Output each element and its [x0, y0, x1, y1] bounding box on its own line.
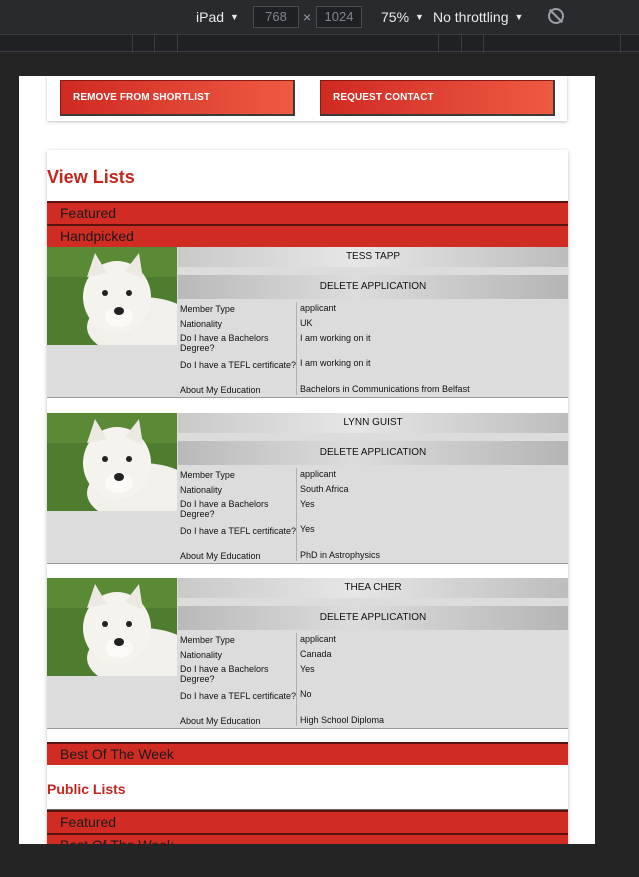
member-type-value: applicant [300, 634, 337, 644]
view-lists-title: View Lists [47, 167, 135, 187]
applicant-card: LYNN GUIST DELETE APPLICATION Member Typ… [47, 413, 568, 564]
ruler-tick [177, 35, 178, 53]
public-list-best-of-the-week[interactable]: Best Of The Week [47, 833, 568, 844]
remove-from-shortlist-button[interactable]: REMOVE FROM SHORTLIST [60, 80, 295, 116]
ruler-tick [620, 35, 621, 53]
tefl-value: No [300, 689, 312, 699]
request-contact-button[interactable]: REQUEST CONTACT [320, 80, 555, 116]
education-value: High School Diploma [300, 715, 385, 725]
dog-photo-icon [47, 578, 177, 676]
applicant-name: TESS TAPP [178, 247, 568, 267]
width-input[interactable]: 768 [253, 6, 299, 28]
applicant-name: LYNN GUIST [178, 413, 568, 433]
device-toolbar: iPad ▼ 768 × 1024 75% ▼ No throttling ▼ [0, 0, 639, 34]
applicant-photo [47, 247, 177, 345]
member-type-label: Member Type [180, 635, 235, 645]
media-query-ruler [0, 34, 639, 53]
device-name: iPad [196, 9, 225, 25]
bachelors-value: I am working on it [300, 333, 371, 343]
bachelors-label: Do I have a Bachelors Degree? [180, 499, 269, 519]
education-label: About My Education [180, 385, 261, 395]
applicant-photo [47, 578, 177, 676]
member-type-value: applicant [300, 303, 337, 313]
times-icon: × [303, 9, 312, 25]
public-list-featured[interactable]: Featured [47, 810, 568, 833]
member-type-label: Member Type [180, 304, 235, 314]
chevron-down-icon: ▼ [415, 12, 424, 22]
page-viewport: REMOVE FROM SHORTLIST REQUEST CONTACT Vi… [19, 76, 595, 844]
lists-panel: View Lists Featured Handpicked TESS TAPP… [47, 150, 568, 844]
applicant-card: TESS TAPP DELETE APPLICATION Member Type… [47, 247, 568, 398]
tefl-value: Yes [300, 524, 315, 534]
shortlist-actions: REMOVE FROM SHORTLIST REQUEST CONTACT [47, 76, 567, 121]
device-select[interactable]: iPad ▼ [196, 9, 239, 25]
ruler-tick [461, 35, 462, 53]
education-value: PhD in Astrophysics [300, 550, 381, 560]
member-type-value: applicant [300, 469, 337, 479]
bachelors-value: Yes [300, 499, 315, 509]
nationality-value: Canada [300, 649, 332, 659]
chevron-down-icon: ▼ [230, 12, 239, 22]
rotate-icon[interactable] [548, 8, 564, 24]
nationality-value: South Africa [300, 484, 349, 494]
throttling-value: No throttling [433, 9, 509, 25]
ruler-tick [438, 35, 439, 53]
ruler-tick [132, 35, 133, 53]
bachelors-label: Do I have a Bachelors Degree? [180, 664, 269, 684]
ruler-tick [483, 35, 484, 53]
applicant-name: THEA CHER [178, 578, 568, 598]
member-type-label: Member Type [180, 470, 235, 480]
tefl-value: I am working on it [300, 358, 371, 368]
applicant-card: THEA CHER DELETE APPLICATION Member Type… [47, 578, 568, 729]
education-value: Bachelors in Communications from Belfast [300, 384, 470, 394]
bachelors-label: Do I have a Bachelors Degree? [180, 333, 269, 353]
height-input[interactable]: 1024 [316, 6, 362, 28]
tefl-label: Do I have a TEFL certificate? [180, 691, 297, 701]
zoom-value: 75% [381, 9, 410, 25]
throttling-select[interactable]: No throttling ▼ [433, 9, 523, 25]
list-handpicked[interactable]: Handpicked [47, 224, 568, 247]
ruler-tick [154, 35, 155, 53]
education-label: About My Education [180, 716, 261, 726]
tefl-label: Do I have a TEFL certificate? [180, 526, 297, 536]
list-featured[interactable]: Featured [47, 201, 568, 224]
tefl-label: Do I have a TEFL certificate? [180, 360, 297, 370]
dog-photo-icon [47, 247, 177, 345]
nationality-label: Nationality [180, 319, 223, 329]
applicant-photo [47, 413, 177, 511]
nationality-value: UK [300, 318, 313, 328]
bachelors-value: Yes [300, 664, 315, 674]
zoom-select[interactable]: 75% ▼ [381, 9, 424, 25]
delete-application-button[interactable]: DELETE APPLICATION [178, 441, 568, 465]
public-lists-title: Public Lists [47, 781, 126, 797]
nationality-label: Nationality [180, 650, 223, 660]
dog-photo-icon [47, 413, 177, 511]
chevron-down-icon: ▼ [514, 12, 524, 22]
list-best-of-the-week[interactable]: Best Of The Week [47, 742, 568, 765]
nationality-label: Nationality [180, 485, 223, 495]
education-label: About My Education [180, 551, 261, 561]
delete-application-button[interactable]: DELETE APPLICATION [178, 275, 568, 299]
delete-application-button[interactable]: DELETE APPLICATION [178, 606, 568, 630]
